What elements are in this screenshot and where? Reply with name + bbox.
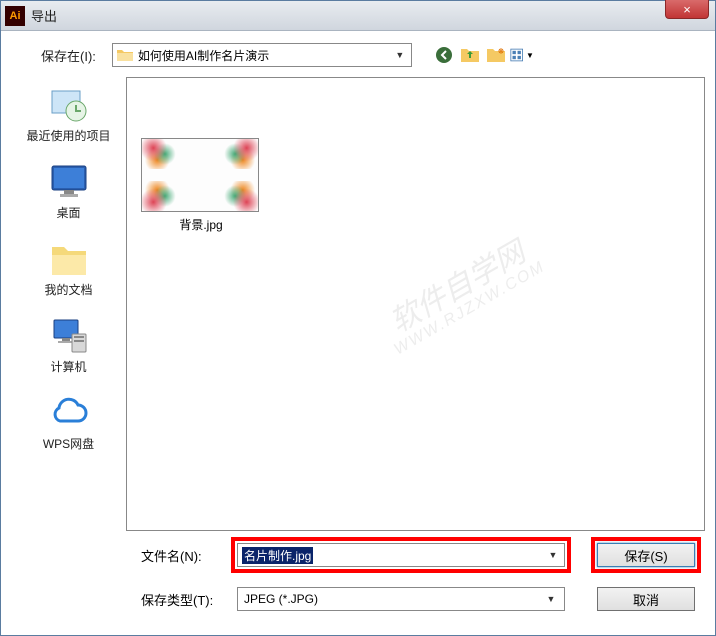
save-in-label: 保存在(I): (41, 46, 96, 65)
place-wps-label: WPS网盘 (11, 435, 126, 452)
up-button[interactable] (458, 44, 482, 66)
back-button[interactable] (432, 44, 456, 66)
place-desktop[interactable]: 桌面 (11, 158, 126, 225)
filetype-row: 保存类型(T): JPEG (*.JPG) ▼ 取消 (11, 581, 705, 617)
filename-input[interactable]: 名片制作.jpg ▼ (237, 543, 565, 567)
save-button[interactable]: 保存(S) (597, 543, 695, 567)
place-wps[interactable]: WPS网盘 (11, 389, 126, 456)
filetype-pad: JPEG (*.JPG) ▼ (231, 581, 571, 617)
filetype-label: 保存类型(T): (141, 590, 231, 609)
filename-label: 文件名(N): (141, 546, 231, 565)
place-desktop-label: 桌面 (11, 204, 126, 221)
cloud-icon (48, 393, 90, 433)
titlebar[interactable]: Ai 导出 × (1, 1, 715, 31)
places-bar: 最近使用的项目 桌面 我的文档 计算机 WPS网盘 (11, 77, 126, 531)
chevron-down-icon[interactable]: ▼ (544, 592, 558, 606)
export-dialog: Ai 导出 × 保存在(I): 如何使用AI制作名片演示 ▼ (0, 0, 716, 636)
close-button[interactable]: × (665, 0, 709, 19)
bottom-controls: 文件名(N): 名片制作.jpg ▼ 保存(S) 保存类型(T): (11, 537, 705, 625)
filetype-combo[interactable]: JPEG (*.JPG) ▼ (237, 587, 565, 611)
place-computer-label: 计算机 (11, 358, 126, 375)
place-documents[interactable]: 我的文档 (11, 235, 126, 302)
place-documents-label: 我的文档 (11, 281, 126, 298)
place-recent[interactable]: 最近使用的项目 (11, 81, 126, 148)
app-icon: Ai (5, 6, 25, 26)
file-thumbnail (141, 138, 259, 212)
save-in-combo[interactable]: 如何使用AI制作名片演示 ▼ (112, 43, 412, 67)
desktop-icon (48, 162, 90, 202)
save-in-value: 如何使用AI制作名片演示 (138, 47, 393, 64)
cancel-button[interactable]: 取消 (597, 587, 695, 611)
chevron-down-icon[interactable]: ▼ (546, 548, 560, 562)
window-title: 导出 (31, 6, 57, 25)
computer-icon (48, 316, 90, 356)
chevron-down-icon[interactable]: ▼ (393, 48, 407, 62)
filename-row: 文件名(N): 名片制作.jpg ▼ 保存(S) (11, 537, 705, 573)
save-button-highlight: 保存(S) (591, 537, 701, 573)
back-arrow-icon (435, 46, 453, 64)
new-folder-button[interactable] (484, 44, 508, 66)
place-computer[interactable]: 计算机 (11, 312, 126, 379)
place-recent-label: 最近使用的项目 (11, 127, 126, 144)
file-name-label: 背景.jpg (141, 216, 261, 233)
file-list-view[interactable]: 背景.jpg 软件自学网 WWW.RJZXW.COM (126, 77, 705, 531)
documents-icon (48, 239, 90, 279)
main-area: 最近使用的项目 桌面 我的文档 计算机 WPS网盘 (11, 77, 705, 531)
view-menu-button[interactable]: ▼ (510, 44, 534, 66)
file-item[interactable]: 背景.jpg (141, 138, 261, 233)
folder-new-icon (487, 47, 505, 63)
dialog-body: 保存在(I): 如何使用AI制作名片演示 ▼ ▼ (1, 31, 715, 635)
folder-up-icon (461, 47, 479, 63)
view-grid-icon (510, 47, 525, 63)
chevron-down-icon: ▼ (526, 51, 534, 60)
toolbar-icons: ▼ (432, 44, 534, 66)
save-in-row: 保存在(I): 如何使用AI制作名片演示 ▼ ▼ (11, 39, 705, 71)
filename-value: 名片制作.jpg (242, 547, 313, 564)
filename-highlight: 名片制作.jpg ▼ (231, 537, 571, 573)
cancel-pad: 取消 (591, 581, 701, 617)
watermark: 软件自学网 WWW.RJZXW.COM (375, 231, 548, 359)
recent-icon (48, 85, 90, 125)
folder-icon (117, 48, 133, 62)
filetype-value: JPEG (*.JPG) (244, 592, 318, 606)
